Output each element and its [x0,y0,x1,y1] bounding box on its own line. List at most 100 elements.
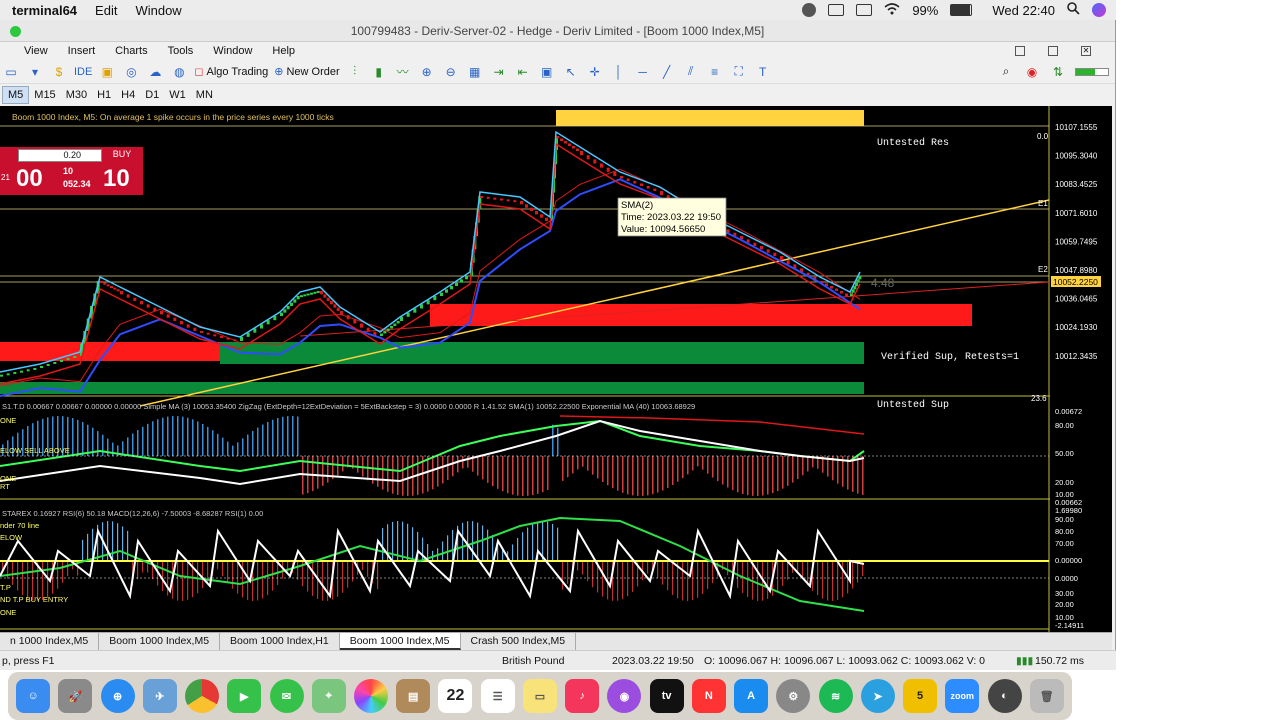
launchpad-icon[interactable]: 🚀 [58,679,93,713]
clock[interactable]: Wed 22:40 [992,3,1055,18]
horizontal-line-icon[interactable]: ─ [634,63,652,81]
tab-chart-4[interactable]: Boom 1000 Index,M5 [339,633,461,650]
maps-icon[interactable]: ⌖ [311,679,346,713]
new-chart-icon[interactable]: ▭ [2,63,20,81]
minimize-icon[interactable] [1015,46,1025,56]
notifications-icon[interactable]: ◉ [1023,63,1041,81]
zoom-icon[interactable]: zoom [945,679,980,713]
sell-price-big[interactable]: 00 [16,165,43,193]
lock-icon[interactable]: ▣ [98,63,116,81]
notes-app-icon[interactable]: ▤ [396,679,431,713]
tab-chart-3[interactable]: Boom 1000 Index,H1 [220,633,340,650]
telegram-icon[interactable]: ➤ [860,679,895,713]
candles-icon[interactable]: ▮ [370,63,388,81]
tf-mn[interactable]: MN [191,87,218,103]
app-store-icon[interactable]: A [734,679,769,713]
new-order-button[interactable]: ⊕ New Order [274,65,339,79]
tf-d1[interactable]: D1 [140,87,164,103]
grid-icon[interactable]: ▦ [466,63,484,81]
safari-icon[interactable]: ⊕ [100,679,135,713]
ide-button[interactable]: IDE [74,66,92,78]
apple-tv-icon[interactable]: tv [649,679,684,713]
tf-h4[interactable]: H4 [116,87,140,103]
crosshair-icon[interactable]: ✛ [586,63,604,81]
zoom-in-icon[interactable]: ⊕ [418,63,436,81]
close-icon[interactable]: ✕ [1081,46,1091,56]
volume-input[interactable]: 0.20 [18,149,102,162]
screenshot-icon[interactable]: ▣ [538,63,556,81]
stickies-icon[interactable]: ▭ [522,679,557,713]
window-zoom-button[interactable] [10,26,21,37]
calendar-icon[interactable]: 22 [438,679,473,713]
ind2-bar [687,561,689,601]
profiles-icon[interactable]: ▾ [26,63,44,81]
app-name-menu[interactable]: terminal64 [12,3,77,18]
finances-icon[interactable]: 5 [903,679,938,713]
tf-m15[interactable]: M15 [29,87,60,103]
trendline-icon[interactable]: ╱ [658,63,676,81]
menu-view[interactable]: View [24,45,48,57]
facetime-icon[interactable]: ▶ [227,679,262,713]
chart-area[interactable]: SMA(2) Time: 2023.03.22 19:50 Value: 100… [0,106,1112,648]
keyboard-icon[interactable] [856,4,873,16]
messages-icon[interactable]: ✉ [269,679,304,713]
line-chart-icon[interactable]: 〰 [394,63,412,81]
tab-chart-5[interactable]: Crash 500 Index,M5 [461,633,577,650]
channel-icon[interactable]: ⫽ [682,63,700,81]
music-icon[interactable]: ♪ [565,679,600,713]
search-icon[interactable]: ⌕ [997,63,1015,81]
chrome-icon[interactable] [185,679,220,713]
menu-window2[interactable]: Window [213,45,252,57]
tab-chart-1[interactable]: n 1000 Index,M5 [0,633,100,650]
vps-icon[interactable]: ◍ [170,63,188,81]
algo-trading-button[interactable]: ◻ Algo Trading [194,65,268,79]
tf-m5[interactable]: M5 [2,86,30,104]
signal-icon[interactable]: ◎ [122,63,140,81]
text-icon[interactable]: T [754,63,772,81]
menu-insert[interactable]: Insert [68,45,96,57]
tab-chart-2[interactable]: Boom 1000 Index,M5 [99,633,221,650]
shapes-icon[interactable]: ⛶ [730,63,748,81]
system-settings-icon[interactable]: ⚙ [776,679,811,713]
bar-chart-icon[interactable]: ⫶ [346,63,364,81]
restore-icon[interactable] [1048,46,1058,56]
reminders-icon[interactable]: ☰ [480,679,515,713]
battery-icon[interactable] [950,4,973,16]
signal-strength-icon[interactable]: ⇅ [1049,63,1067,81]
vertical-line-icon[interactable]: │ [610,63,628,81]
market-watch-icon[interactable]: $ [50,63,68,81]
finder-icon[interactable]: ☺ [16,679,51,713]
menu-charts[interactable]: Charts [115,45,147,57]
metatrader-icon[interactable]: ◐ [987,679,1022,713]
spotify-icon[interactable]: ≋ [818,679,853,713]
autoscroll-icon[interactable]: ⇥ [490,63,508,81]
cloud-icon[interactable]: ☁ [146,63,164,81]
camera-icon[interactable] [802,3,817,17]
ind2-bar [112,521,114,561]
zoom-out-icon[interactable]: ⊖ [442,63,460,81]
news-icon[interactable]: N [691,679,726,713]
buy-button[interactable]: BUY [104,149,140,162]
podcasts-icon[interactable]: ◉ [607,679,642,713]
ind1-bar [607,456,609,486]
menu-edit[interactable]: Edit [95,3,117,18]
chart-canvas[interactable]: SMA(2) Time: 2023.03.22 19:50 Value: 100… [0,106,1112,648]
menu-tools[interactable]: Tools [168,45,194,57]
tf-h1[interactable]: H1 [92,87,116,103]
trash-icon[interactable]: 🗑 [1029,679,1064,713]
spotlight-search-icon[interactable] [1067,2,1080,18]
fibo-icon[interactable]: ≡ [706,63,724,81]
tf-m30[interactable]: M30 [61,87,92,103]
tf-w1[interactable]: W1 [164,87,191,103]
preview-icon[interactable]: ✈ [142,679,177,713]
photos-icon[interactable] [353,679,388,713]
siri-icon[interactable] [1092,3,1106,17]
chart-shift-icon[interactable]: ⇤ [514,63,532,81]
candle [613,171,617,176]
screen-record-icon[interactable] [828,4,845,16]
menu-window[interactable]: Window [135,3,181,18]
buy-price-big[interactable]: 10 [103,165,130,193]
cursor-icon[interactable]: ↖ [562,63,580,81]
wifi-icon[interactable] [884,2,900,18]
menu-help[interactable]: Help [272,45,295,57]
